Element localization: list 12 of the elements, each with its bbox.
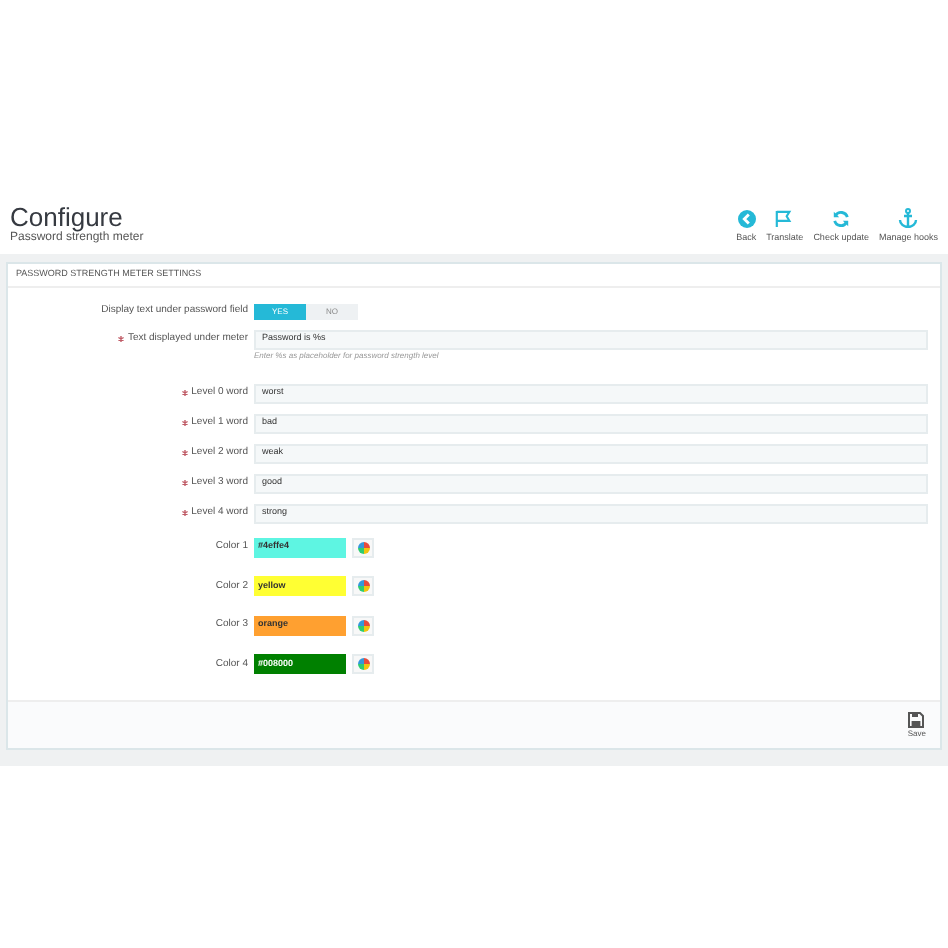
color-picker-button[interactable] bbox=[352, 576, 374, 597]
page-title: Configure bbox=[10, 204, 125, 232]
flag-icon bbox=[774, 210, 795, 229]
color-wheel-icon bbox=[357, 541, 369, 554]
color-picker-button[interactable] bbox=[352, 654, 374, 675]
anchor-icon bbox=[898, 208, 919, 229]
color-wheel-icon bbox=[357, 580, 369, 593]
color-picker-button[interactable] bbox=[352, 537, 374, 558]
color-wheel-icon bbox=[357, 619, 369, 632]
color-picker-button[interactable] bbox=[352, 615, 374, 636]
refresh-icon bbox=[832, 210, 851, 229]
color-wheel-icon bbox=[357, 658, 369, 671]
